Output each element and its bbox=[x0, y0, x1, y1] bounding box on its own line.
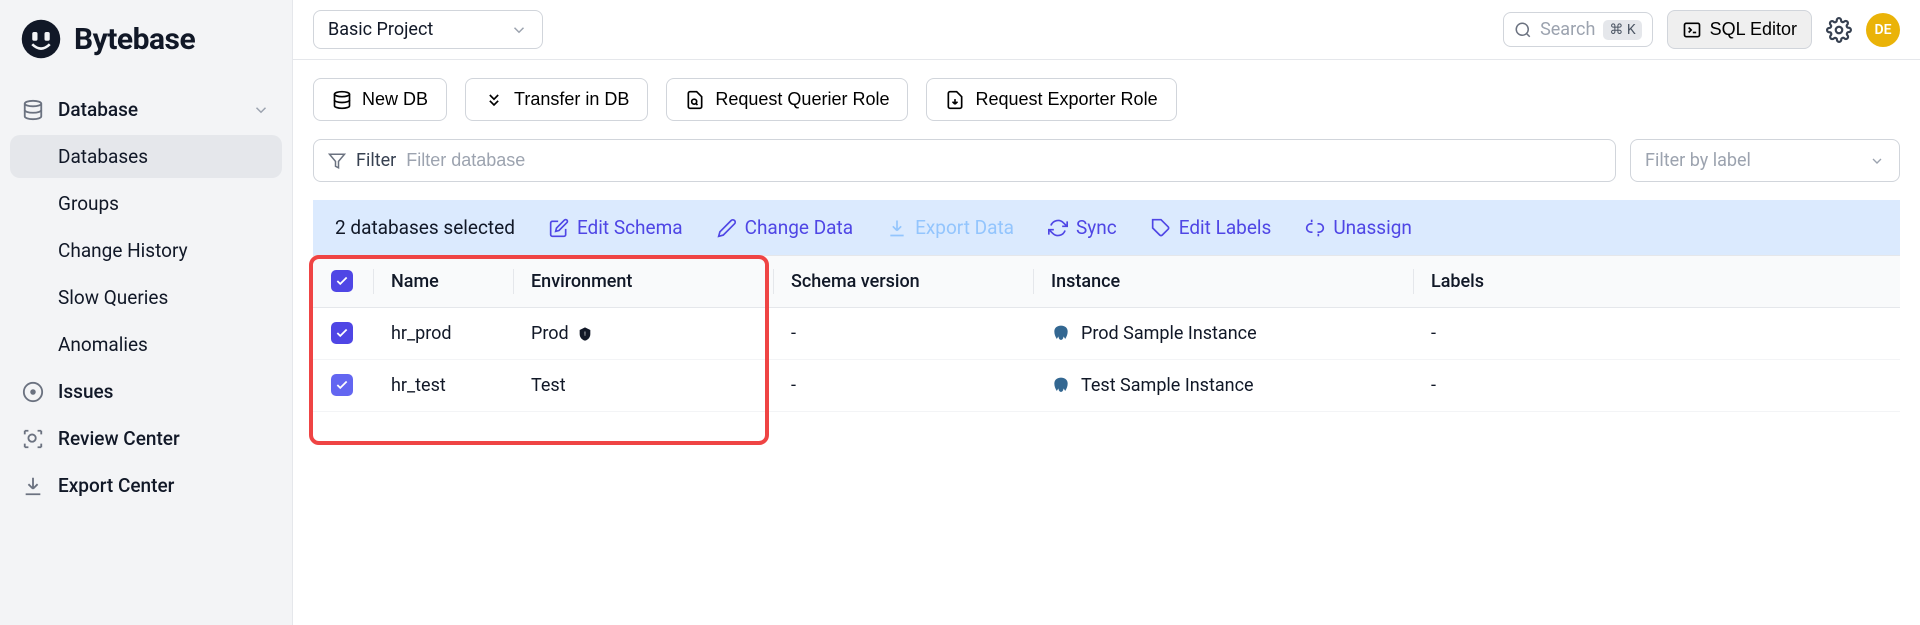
chevron-double-down-icon bbox=[484, 90, 504, 110]
tag-icon bbox=[1151, 218, 1171, 238]
pencil-square-icon bbox=[549, 218, 569, 238]
brand-text: Bytebase bbox=[74, 22, 195, 57]
chevron-down-icon bbox=[252, 101, 270, 119]
project-selector[interactable]: Basic Project bbox=[313, 10, 543, 49]
sidebar-item-slow-queries[interactable]: Slow Queries bbox=[10, 276, 282, 319]
request-querier-button[interactable]: Request Querier Role bbox=[666, 78, 908, 121]
download-icon bbox=[22, 475, 44, 497]
change-data-action[interactable]: Change Data bbox=[717, 216, 853, 239]
database-icon bbox=[22, 99, 44, 121]
sidebar-item-review-center[interactable]: Review Center bbox=[10, 417, 282, 460]
table-row[interactable]: hr_prod Prod! - Prod Sample Instance - bbox=[313, 308, 1900, 360]
row-checkbox[interactable] bbox=[331, 322, 353, 344]
new-db-button[interactable]: New DB bbox=[313, 78, 447, 121]
sidebar-item-databases[interactable]: Databases bbox=[10, 135, 282, 178]
request-exporter-button[interactable]: Request Exporter Role bbox=[926, 78, 1176, 121]
search-icon bbox=[1514, 21, 1532, 39]
sidebar-item-anomalies[interactable]: Anomalies bbox=[10, 323, 282, 366]
project-label: Basic Project bbox=[328, 19, 433, 40]
search-kbd: ⌘ K bbox=[1603, 20, 1641, 40]
circle-dot-icon bbox=[22, 381, 44, 403]
chevron-down-icon bbox=[510, 21, 528, 39]
sidebar-item-export-center[interactable]: Export Center bbox=[10, 464, 282, 507]
logo-icon bbox=[20, 18, 62, 60]
cell-env: Test bbox=[531, 375, 566, 396]
postgres-icon bbox=[1051, 324, 1071, 344]
cell-labels: - bbox=[1413, 308, 1900, 360]
selection-count: 2 databases selected bbox=[335, 216, 515, 239]
edit-labels-action[interactable]: Edit Labels bbox=[1151, 216, 1272, 239]
postgres-icon bbox=[1051, 376, 1071, 396]
cell-schema: - bbox=[773, 360, 1033, 412]
main: Basic Project Search ⌘ K SQL Editor DE N… bbox=[292, 0, 1920, 625]
th-schema[interactable]: Schema version bbox=[773, 256, 1033, 308]
th-labels[interactable]: Labels bbox=[1413, 256, 1900, 308]
filter-input-wrap: Filter bbox=[313, 139, 1616, 182]
file-download-icon bbox=[945, 90, 965, 110]
export-data-action[interactable]: Export Data bbox=[887, 216, 1014, 239]
row-checkbox[interactable] bbox=[331, 374, 353, 396]
gear-icon[interactable] bbox=[1826, 17, 1852, 43]
file-search-icon bbox=[685, 90, 705, 110]
cell-env: Prod bbox=[531, 323, 569, 344]
action-row: New DB Transfer in DB Request Querier Ro… bbox=[313, 78, 1900, 121]
sidebar: Bytebase Database Databases Groups Chang… bbox=[0, 0, 292, 625]
unassign-action[interactable]: Unassign bbox=[1305, 216, 1412, 239]
th-name[interactable]: Name bbox=[373, 256, 513, 308]
th-env[interactable]: Environment bbox=[513, 256, 773, 308]
cell-instance: Test Sample Instance bbox=[1081, 375, 1254, 396]
brand[interactable]: Bytebase bbox=[0, 0, 292, 88]
sidebar-item-groups[interactable]: Groups bbox=[10, 182, 282, 225]
transfer-db-button[interactable]: Transfer in DB bbox=[465, 78, 648, 121]
edit-schema-action[interactable]: Edit Schema bbox=[549, 216, 683, 239]
search-input[interactable]: Search ⌘ K bbox=[1503, 12, 1653, 47]
cell-labels: - bbox=[1413, 360, 1900, 412]
th-instance[interactable]: Instance bbox=[1033, 256, 1413, 308]
sync-action[interactable]: Sync bbox=[1048, 216, 1117, 239]
select-all-checkbox[interactable] bbox=[331, 270, 353, 292]
selection-bar: 2 databases selected Edit Schema Change … bbox=[313, 200, 1900, 255]
shield-icon: ! bbox=[577, 326, 593, 342]
cell-name: hr_test bbox=[373, 360, 513, 412]
filter-by-label[interactable]: Filter by label bbox=[1630, 139, 1900, 182]
sidebar-section-database[interactable]: Database bbox=[10, 88, 282, 131]
database-icon bbox=[332, 90, 352, 110]
download-icon bbox=[887, 218, 907, 238]
pencil-icon bbox=[717, 218, 737, 238]
sidebar-item-issues[interactable]: Issues bbox=[10, 370, 282, 413]
refresh-icon bbox=[1048, 218, 1068, 238]
avatar[interactable]: DE bbox=[1866, 13, 1900, 47]
unlink-icon bbox=[1305, 218, 1325, 238]
sql-editor-button[interactable]: SQL Editor bbox=[1667, 10, 1812, 49]
svg-text:!: ! bbox=[584, 330, 586, 338]
topbar: Basic Project Search ⌘ K SQL Editor DE bbox=[293, 0, 1920, 60]
filter-input[interactable] bbox=[406, 150, 1601, 171]
sidebar-item-change-history[interactable]: Change History bbox=[10, 229, 282, 272]
scan-icon bbox=[22, 428, 44, 450]
cell-name: hr_prod bbox=[373, 308, 513, 360]
sidebar-section-label: Database bbox=[58, 98, 138, 121]
filter-label: Filter bbox=[356, 150, 396, 171]
chevron-down-icon bbox=[1869, 153, 1885, 169]
filter-icon bbox=[328, 152, 346, 170]
search-placeholder: Search bbox=[1540, 19, 1595, 40]
table-row[interactable]: hr_test Test - Test Sample Instance - bbox=[313, 360, 1900, 412]
databases-table: Name Environment Schema version Instance… bbox=[313, 255, 1900, 412]
cell-instance: Prod Sample Instance bbox=[1081, 323, 1257, 344]
terminal-icon bbox=[1682, 20, 1702, 40]
cell-schema: - bbox=[773, 308, 1033, 360]
